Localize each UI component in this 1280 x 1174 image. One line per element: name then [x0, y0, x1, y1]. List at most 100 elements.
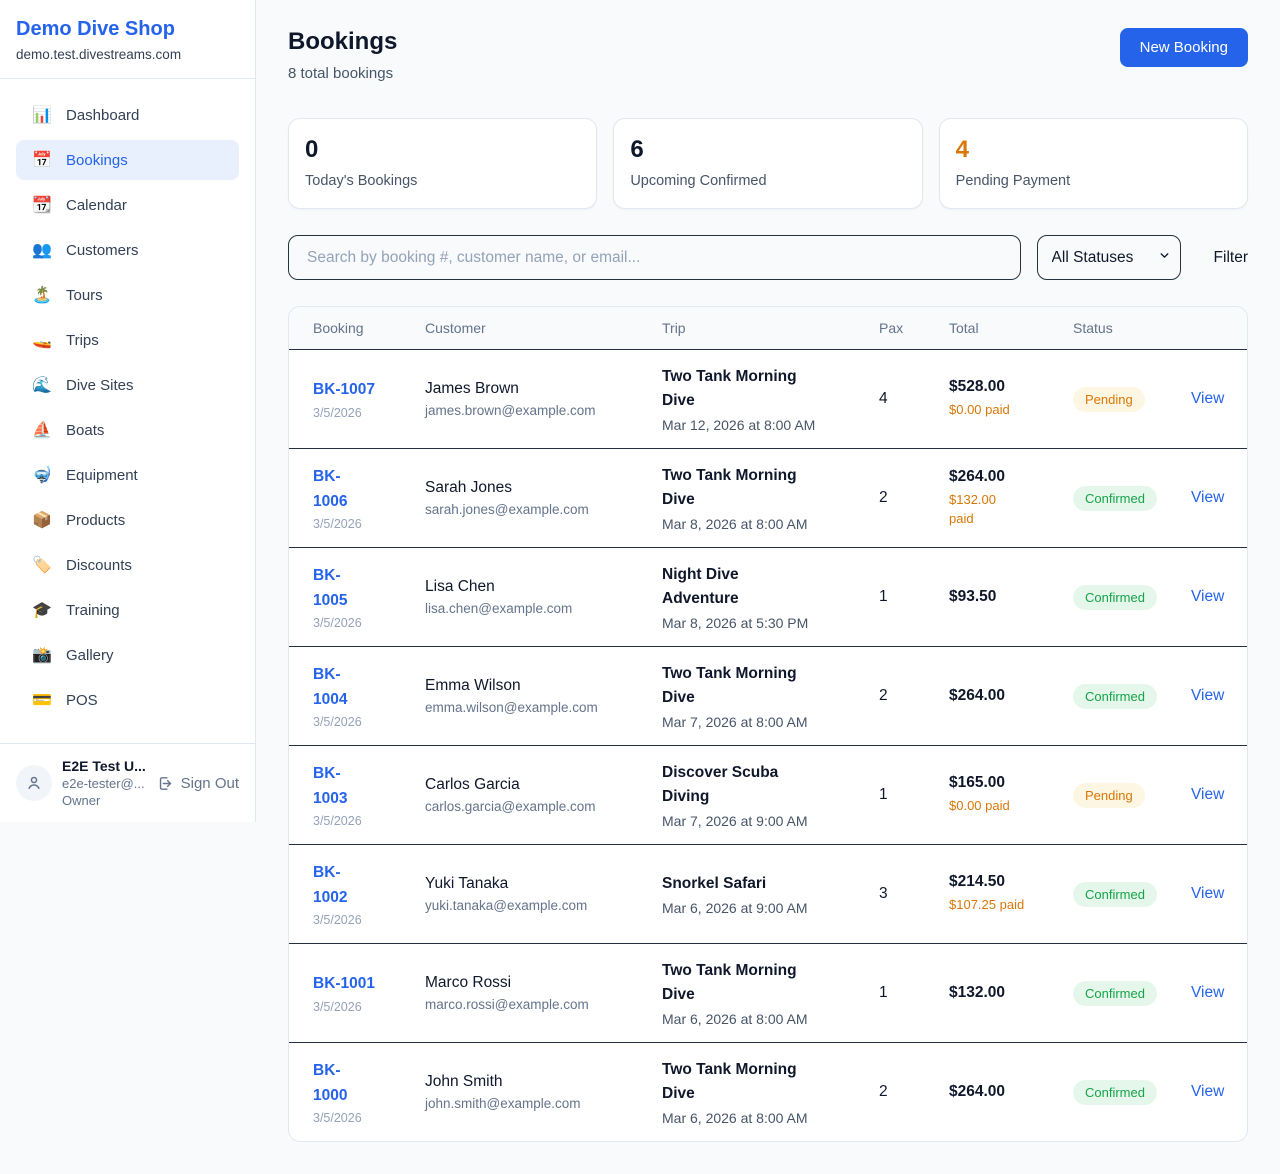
package-icon: 📦 — [32, 510, 52, 530]
person-icon — [25, 774, 43, 792]
booking-id-link[interactable]: BK-1005 — [313, 564, 359, 612]
status-badge: Confirmed — [1073, 684, 1157, 709]
sidebar-footer: E2E Test U... e2e-tester@... Owner Sign … — [0, 743, 255, 822]
sidebar-item-dive-sites[interactable]: 🌊Dive Sites — [16, 365, 239, 405]
sidebar-item-customers[interactable]: 👥Customers — [16, 230, 239, 270]
trip-cell: Two Tank Morning Dive Mar 6, 2026 at 8:0… — [662, 1058, 879, 1126]
total-cell: $264.00 — [949, 1083, 1073, 1101]
table-row: BK-1004 3/5/2026 Emma Wilson emma.wilson… — [289, 646, 1247, 745]
status-select-wrap: All Statuses — [1037, 235, 1181, 280]
total-amount: $214.50 — [949, 873, 1073, 891]
table-row: BK-1006 3/5/2026 Sarah Jones sarah.jones… — [289, 448, 1247, 547]
total-amount: $264.00 — [949, 1083, 1073, 1101]
column-header-total: Total — [949, 320, 1073, 336]
shop-name: Demo Dive Shop — [16, 18, 239, 41]
status-cell: Confirmed — [1073, 585, 1191, 610]
trip-name: Two Tank Morning Dive — [662, 365, 817, 413]
sidebar-item-pos[interactable]: 💳 POS — [16, 680, 239, 720]
total-amount: $528.00 — [949, 378, 1073, 396]
view-cell: View — [1191, 588, 1224, 606]
trip-name: Snorkel Safari — [662, 872, 817, 896]
stat-value: 0 — [305, 138, 580, 162]
booking-id-link[interactable]: BK-1004 — [313, 663, 359, 711]
credit-card-icon: 💳 — [32, 690, 52, 710]
trip-datetime: Mar 7, 2026 at 9:00 AM — [662, 813, 879, 829]
customer-name: Emma Wilson — [425, 677, 662, 695]
speedboat-icon: 🚤 — [32, 330, 52, 350]
total-cell: $214.50 $107.25 paid — [949, 873, 1073, 915]
sidebar-item-calendar[interactable]: 📆Calendar — [16, 185, 239, 225]
sidebar-item-products[interactable]: 📦Products — [16, 500, 239, 540]
booking-id-link[interactable]: BK-1007 — [313, 378, 425, 402]
user-role: Owner — [62, 793, 147, 808]
sidebar-item-label: POS — [66, 692, 98, 709]
booking-id-link[interactable]: BK-1003 — [313, 762, 359, 810]
sidebar-item-discounts[interactable]: 🏷️Discounts — [16, 545, 239, 585]
trip-cell: Night Dive Adventure Mar 8, 2026 at 5:30… — [662, 563, 879, 631]
view-link[interactable]: View — [1191, 687, 1224, 704]
sidebar-item-training[interactable]: 🎓Training — [16, 590, 239, 630]
customer-cell: Marco Rossi marco.rossi@example.com — [425, 974, 662, 1012]
column-header-booking: Booking — [313, 320, 425, 336]
booking-date: 3/5/2026 — [313, 1000, 425, 1014]
booking-id-link[interactable]: BK-1002 — [313, 861, 359, 909]
column-header-status: Status — [1073, 320, 1191, 336]
sign-out-button[interactable]: Sign Out — [157, 775, 239, 792]
sidebar-item-equipment[interactable]: 🤿Equipment — [16, 455, 239, 495]
booking-id-link[interactable]: BK-1000 — [313, 1059, 359, 1107]
customer-name: Sarah Jones — [425, 479, 662, 497]
column-header-trip: Trip — [662, 320, 879, 336]
trip-name: Discover Scuba Diving — [662, 761, 817, 809]
view-link[interactable]: View — [1191, 885, 1224, 902]
view-link[interactable]: View — [1191, 786, 1224, 803]
trip-datetime: Mar 8, 2026 at 5:30 PM — [662, 615, 879, 631]
page-heading-group: Bookings 8 total bookings — [288, 28, 397, 82]
app: Demo Dive Shop demo.test.divestreams.com… — [0, 0, 1280, 1174]
trip-cell: Discover Scuba Diving Mar 7, 2026 at 9:0… — [662, 761, 879, 829]
search-input[interactable] — [288, 235, 1021, 280]
booking-cell: BK-1005 3/5/2026 — [313, 564, 425, 629]
diving-mask-icon: 🤿 — [32, 465, 52, 485]
stat-card-today-s-bookings: 0Today's Bookings — [288, 118, 597, 209]
sidebar-item-gallery[interactable]: 📸Gallery — [16, 635, 239, 675]
pax-cell: 2 — [879, 1083, 949, 1101]
customer-email: lisa.chen@example.com — [425, 601, 662, 616]
booking-id-link[interactable]: BK-1006 — [313, 465, 359, 513]
customer-cell: James Brown james.brown@example.com — [425, 380, 662, 418]
filter-button[interactable]: Filter — [1214, 249, 1248, 267]
status-cell: Confirmed — [1073, 1080, 1191, 1105]
trip-cell: Two Tank Morning Dive Mar 8, 2026 at 8:0… — [662, 464, 879, 532]
trip-datetime: Mar 7, 2026 at 8:00 AM — [662, 714, 879, 730]
customer-email: marco.rossi@example.com — [425, 997, 662, 1012]
user-email: e2e-tester@... — [62, 776, 147, 791]
sidebar-item-trips[interactable]: 🚤Trips — [16, 320, 239, 360]
view-link[interactable]: View — [1191, 390, 1224, 407]
booking-cell: BK-1001 3/5/2026 — [313, 972, 425, 1013]
bar-chart-icon: 📊 — [32, 105, 52, 125]
booking-date: 3/5/2026 — [313, 616, 425, 630]
new-booking-button[interactable]: New Booking — [1120, 28, 1248, 67]
table-row: BK-1003 3/5/2026 Carlos Garcia carlos.ga… — [289, 745, 1247, 844]
booking-id-link[interactable]: BK-1001 — [313, 972, 425, 996]
sidebar-item-boats[interactable]: ⛵Boats — [16, 410, 239, 450]
stat-card-upcoming-confirmed: 6Upcoming Confirmed — [613, 118, 922, 209]
sidebar-item-bookings[interactable]: 📅Bookings — [16, 140, 239, 180]
tear-off-calendar-icon: 📆 — [32, 195, 52, 215]
paid-amount: $107.25 paid — [949, 896, 1073, 915]
view-link[interactable]: View — [1191, 984, 1224, 1001]
total-cell: $132.00 — [949, 984, 1073, 1002]
pax-cell: 4 — [879, 390, 949, 408]
total-cell: $528.00 $0.00 paid — [949, 378, 1073, 420]
status-filter-select[interactable]: All Statuses — [1037, 235, 1181, 280]
view-link[interactable]: View — [1191, 489, 1224, 506]
trip-cell: Two Tank Morning Dive Mar 6, 2026 at 8:0… — [662, 959, 879, 1027]
sidebar-item-label: Discounts — [66, 557, 132, 574]
sidebar-item-dashboard[interactable]: 📊Dashboard — [16, 95, 239, 135]
customer-cell: Carlos Garcia carlos.garcia@example.com — [425, 776, 662, 814]
sidebar-item-tours[interactable]: 🏝️Tours — [16, 275, 239, 315]
trip-cell: Snorkel Safari Mar 6, 2026 at 9:00 AM — [662, 872, 879, 916]
view-link[interactable]: View — [1191, 588, 1224, 605]
trip-name: Two Tank Morning Dive — [662, 959, 817, 1007]
sidebar-item-label: Customers — [66, 242, 139, 259]
view-link[interactable]: View — [1191, 1083, 1224, 1100]
